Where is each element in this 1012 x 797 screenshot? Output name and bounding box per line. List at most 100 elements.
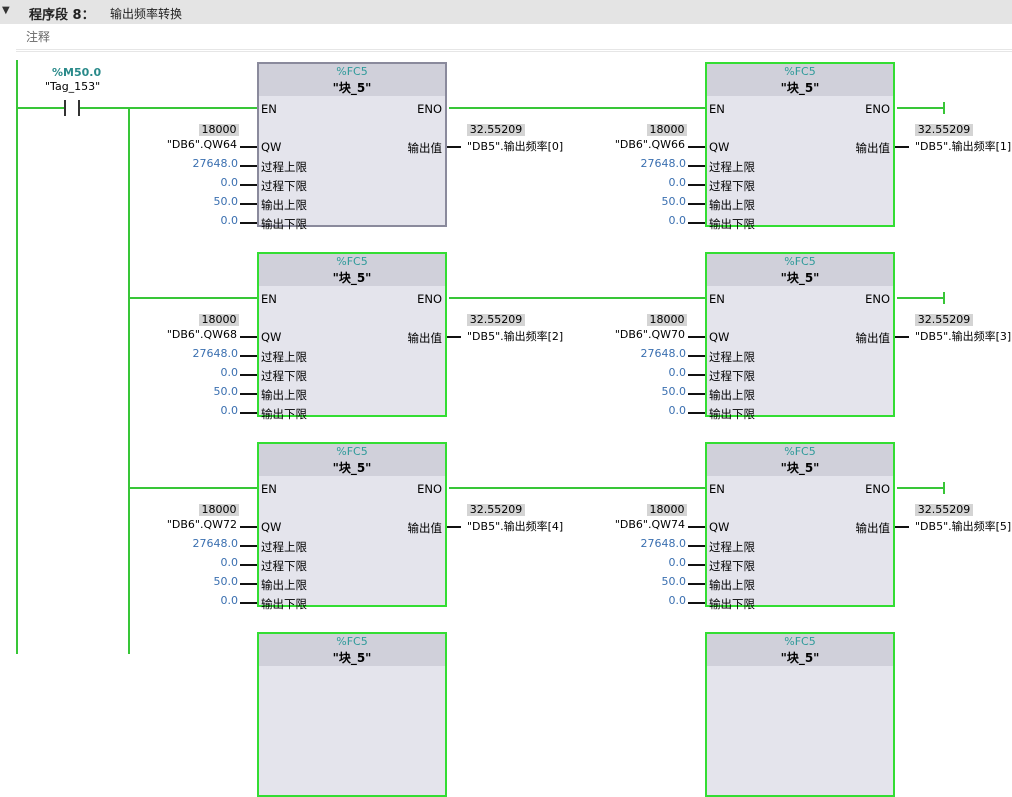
block-name[interactable]: "块_5" bbox=[707, 269, 893, 286]
qw-value-box[interactable]: 18000 bbox=[647, 504, 687, 516]
block-instance-number[interactable]: %FC5 bbox=[707, 445, 893, 458]
output-operand[interactable]: "DB5".输出频率[4] bbox=[467, 518, 563, 534]
pin-wire bbox=[688, 545, 705, 547]
pin-wire bbox=[240, 374, 257, 376]
input-constant[interactable]: 50.0 bbox=[624, 385, 687, 398]
output-value-box[interactable]: 32.55209 bbox=[915, 504, 973, 516]
output-value-box[interactable]: 32.55209 bbox=[915, 314, 973, 326]
output-value-box[interactable]: 32.55209 bbox=[467, 504, 525, 516]
function-block[interactable]: %FC5 "块_5" EN ENO QW 输出值 过程上限 过程下限 输出上限 输出下限 bbox=[257, 442, 447, 611]
block-name[interactable]: "块_5" bbox=[259, 269, 445, 286]
qw-value-box[interactable]: 18000 bbox=[647, 124, 687, 136]
input-constant[interactable]: 0.0 bbox=[624, 366, 687, 379]
function-block[interactable]: %FC5 "块_5" EN ENO QW 输出值 过程上限 过程下限 输出上限 输出下限 bbox=[257, 252, 447, 421]
contact-tag[interactable]: "Tag_153" bbox=[45, 80, 100, 93]
function-block[interactable]: %FC5 "块_5" bbox=[705, 632, 895, 797]
wire bbox=[18, 107, 64, 109]
output-value-box[interactable]: 32.55209 bbox=[467, 124, 525, 136]
input-constant[interactable]: 50.0 bbox=[176, 575, 239, 588]
segment-description[interactable]: 输出频率转换 bbox=[110, 5, 182, 22]
function-block[interactable]: %FC5 "块_5" EN ENO QW 输出值 过程上限 过程下限 输出上限 输出下限 bbox=[257, 62, 447, 231]
output-operand[interactable]: "DB5".输出频率[1] bbox=[915, 138, 1011, 154]
block-name[interactable]: "块_5" bbox=[707, 79, 893, 96]
pin-label-qw: QW bbox=[709, 140, 730, 154]
block-name[interactable]: "块_5" bbox=[707, 649, 893, 666]
input-constant[interactable]: 50.0 bbox=[624, 195, 687, 208]
pin-label-qw: QW bbox=[709, 520, 730, 534]
input-constant[interactable]: 0.0 bbox=[176, 556, 239, 569]
output-operand[interactable]: "DB5".输出频率[3] bbox=[915, 328, 1011, 344]
input-constant[interactable]: 27648.0 bbox=[176, 157, 239, 170]
qw-operand[interactable]: "DB6".QW74 bbox=[605, 518, 685, 531]
block-name[interactable]: "块_5" bbox=[707, 459, 893, 476]
wire-end bbox=[943, 482, 945, 494]
block-instance-number[interactable]: %FC5 bbox=[707, 65, 893, 78]
contact-left-bar[interactable] bbox=[64, 100, 66, 116]
function-block[interactable]: %FC5 "块_5" EN ENO QW 输出值 过程上限 过程下限 输出上限 输出下限 bbox=[705, 252, 895, 421]
block-name[interactable]: "块_5" bbox=[259, 79, 445, 96]
input-constant[interactable]: 0.0 bbox=[624, 594, 687, 607]
qw-operand[interactable]: "DB6".QW68 bbox=[157, 328, 237, 341]
pin-label-input: 输出上限 bbox=[709, 578, 755, 592]
input-constant[interactable]: 0.0 bbox=[176, 594, 239, 607]
input-constant[interactable]: 0.0 bbox=[624, 556, 687, 569]
qw-value-box[interactable]: 18000 bbox=[199, 124, 239, 136]
input-constant[interactable]: 0.0 bbox=[624, 404, 687, 417]
block-name[interactable]: "块_5" bbox=[259, 649, 445, 666]
wire bbox=[897, 487, 944, 489]
input-constant[interactable]: 27648.0 bbox=[624, 347, 687, 360]
pin-wire bbox=[688, 355, 705, 357]
block-instance-number[interactable]: %FC5 bbox=[259, 65, 445, 78]
input-constant[interactable]: 0.0 bbox=[624, 214, 687, 227]
qw-value-box[interactable]: 18000 bbox=[647, 314, 687, 326]
pin-wire bbox=[688, 184, 705, 186]
function-block[interactable]: %FC5 "块_5" EN ENO QW 输出值 过程上限 过程下限 输出上限 输出下限 bbox=[705, 442, 895, 611]
block-instance-number[interactable]: %FC5 bbox=[259, 445, 445, 458]
input-constant[interactable]: 0.0 bbox=[624, 176, 687, 189]
wire bbox=[449, 107, 705, 109]
qw-operand[interactable]: "DB6".QW64 bbox=[157, 138, 237, 151]
output-value-box[interactable]: 32.55209 bbox=[915, 124, 973, 136]
pin-wire bbox=[240, 583, 257, 585]
pin-wire bbox=[240, 545, 257, 547]
input-constant[interactable]: 27648.0 bbox=[176, 347, 239, 360]
input-constant[interactable]: 50.0 bbox=[624, 575, 687, 588]
block-name[interactable]: "块_5" bbox=[259, 459, 445, 476]
segment-comment[interactable]: 注释 bbox=[26, 28, 50, 45]
segment-header[interactable]: ▼ 程序段 8： 输出频率转换 bbox=[0, 0, 1012, 24]
input-constant[interactable]: 50.0 bbox=[176, 195, 239, 208]
function-block[interactable]: %FC5 "块_5" bbox=[257, 632, 447, 797]
block-instance-number[interactable]: %FC5 bbox=[707, 255, 893, 268]
pin-wire bbox=[688, 374, 705, 376]
pin-wire bbox=[240, 184, 257, 186]
pin-wire bbox=[240, 146, 257, 148]
output-operand[interactable]: "DB5".输出频率[2] bbox=[467, 328, 563, 344]
block-instance-number[interactable]: %FC5 bbox=[707, 635, 893, 648]
function-block[interactable]: %FC5 "块_5" EN ENO QW 输出值 过程上限 过程下限 输出上限 输出下限 bbox=[705, 62, 895, 231]
input-constant[interactable]: 0.0 bbox=[176, 404, 239, 417]
contact-address[interactable]: %M50.0 bbox=[52, 66, 101, 79]
wire bbox=[80, 107, 257, 109]
input-constant[interactable]: 0.0 bbox=[176, 366, 239, 379]
branch-wire bbox=[128, 108, 130, 654]
output-value-box[interactable]: 32.55209 bbox=[467, 314, 525, 326]
qw-operand[interactable]: "DB6".QW72 bbox=[157, 518, 237, 531]
pin-label-input: 输出下限 bbox=[261, 217, 307, 231]
input-constant[interactable]: 27648.0 bbox=[624, 157, 687, 170]
block-instance-number[interactable]: %FC5 bbox=[259, 635, 445, 648]
output-operand[interactable]: "DB5".输出频率[0] bbox=[467, 138, 563, 154]
qw-operand[interactable]: "DB6".QW70 bbox=[605, 328, 685, 341]
input-constant[interactable]: 0.0 bbox=[176, 176, 239, 189]
pin-wire bbox=[688, 564, 705, 566]
input-constant[interactable]: 27648.0 bbox=[624, 537, 687, 550]
qw-operand[interactable]: "DB6".QW66 bbox=[605, 138, 685, 151]
input-constant[interactable]: 50.0 bbox=[176, 385, 239, 398]
input-constant[interactable]: 27648.0 bbox=[176, 537, 239, 550]
output-operand[interactable]: "DB5".输出频率[5] bbox=[915, 518, 1011, 534]
block-instance-number[interactable]: %FC5 bbox=[259, 255, 445, 268]
triangle-down-icon[interactable]: ▼ bbox=[2, 5, 10, 16]
qw-value-box[interactable]: 18000 bbox=[199, 314, 239, 326]
qw-value-box[interactable]: 18000 bbox=[199, 504, 239, 516]
input-constant[interactable]: 0.0 bbox=[176, 214, 239, 227]
pin-label-eno: ENO bbox=[417, 482, 442, 496]
